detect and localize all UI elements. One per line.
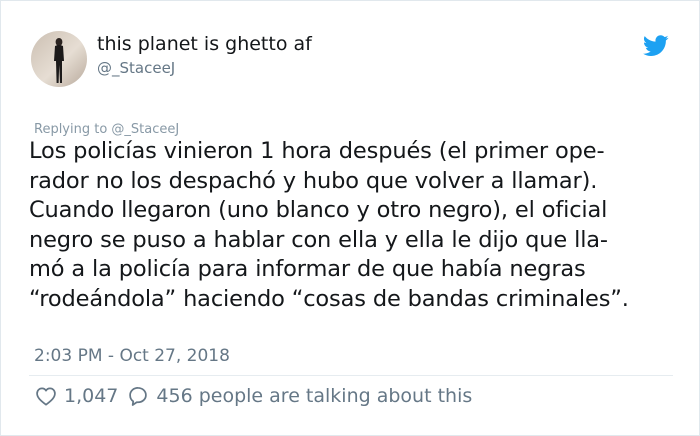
timestamp[interactable]: 2:03 PM - Oct 27, 2018: [34, 346, 230, 366]
twitter-bird-icon[interactable]: [643, 35, 669, 57]
tweet-text-line: Los policías vinieron 1 hora después (el…: [29, 138, 605, 164]
avatar-person-figure: [54, 38, 64, 83]
tweet-text-line: mó a la policía para informar de que hab…: [29, 256, 586, 282]
tweet-text-line: negro se puso a hablar con ella y ella l…: [29, 226, 608, 253]
talking-about-link[interactable]: 456 people are talking about this: [156, 385, 472, 407]
tweet-card: this planet is ghetto af @_StaceeJ Reply…: [0, 0, 700, 436]
speech-bubble-icon[interactable]: [126, 384, 150, 408]
tweet-text: Los policías vinieron 1 hora después (el…: [29, 137, 679, 314]
replying-to[interactable]: Replying to @_StaceeJ: [34, 122, 179, 137]
divider: [29, 375, 673, 376]
tweet-text-line: rador no los despachó y hubo que volver …: [29, 167, 598, 194]
heart-icon[interactable]: [34, 384, 58, 408]
engagement-bar: 1,047 456 people are talking about this: [34, 382, 472, 410]
tweet-text-line: Cuando llegaron (uno blanco y otro negro…: [29, 197, 608, 223]
user-handle[interactable]: @_StaceeJ: [97, 59, 175, 77]
like-count[interactable]: 1,047: [64, 385, 118, 407]
display-name[interactable]: this planet is ghetto af: [97, 33, 312, 55]
avatar[interactable]: [31, 31, 87, 87]
tweet-text-line: “rodeándola” haciendo “cosas de bandas c…: [29, 285, 629, 312]
